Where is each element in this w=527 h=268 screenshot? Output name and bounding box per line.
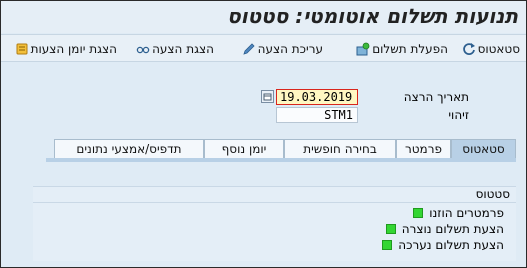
status-button-label: סטאטוס [477, 42, 520, 56]
scroll-icon [15, 42, 29, 56]
execute-payment-icon [356, 42, 370, 56]
status-item: הצעת תשלום נערכה [382, 238, 504, 252]
tab-status-label: סטאטוס [462, 142, 505, 156]
display-proposal-button[interactable]: הצגת הצעה [136, 40, 214, 58]
pencil-icon [242, 42, 256, 56]
status-group-title: סטטוס [475, 187, 510, 201]
tab-free-selection[interactable]: בחירה חופשית [284, 139, 396, 159]
id-label: זיהוי [448, 108, 469, 122]
status-item-label: פרמטרים הוזנו [429, 206, 504, 220]
status-group-divider [33, 202, 516, 203]
tab-additional-log-label: יומן נוסף [221, 142, 267, 156]
title-bar: תנועות תשלום אוטומטי: סטטוס [1, 1, 526, 33]
refresh-icon [462, 42, 476, 56]
tab-parameter-label: פרמטר [405, 142, 442, 156]
glasses-icon [136, 42, 150, 56]
tab-strip [46, 158, 516, 162]
tab-printout-data-medium-label: תדפיס/אמצעי נתונים [76, 142, 182, 156]
application-toolbar: סטאטוס הפעלת תשלום עריכת הצעה הצגת הצעה … [1, 34, 526, 62]
run-date-label: תאריך הרצה [403, 90, 469, 104]
display-proposal-log-button[interactable]: הצגת יומן הצעות [15, 40, 117, 58]
id-input[interactable]: STM1 [276, 107, 358, 123]
display-proposal-label: הצגת הצעה [152, 42, 214, 56]
tab-printout-data-medium[interactable]: תדפיס/אמצעי נתונים [54, 139, 204, 159]
green-status-icon [382, 240, 393, 250]
green-status-icon [385, 224, 396, 234]
status-item: הצעת תשלום נוצרה [385, 222, 504, 236]
execute-payment-button[interactable]: הפעלת תשלום [356, 40, 448, 58]
execute-payment-label: הפעלת תשלום [372, 42, 448, 56]
run-date-input[interactable]: 19.03.2019 [276, 89, 358, 105]
edit-proposal-label: עריכת הצעה [257, 42, 323, 56]
tab-free-selection-label: בחירה חופשית [303, 142, 377, 156]
edit-proposal-button[interactable]: עריכת הצעה [242, 40, 323, 58]
status-item-label: הצעת תשלום נוצרה [401, 222, 504, 236]
calendar-icon[interactable] [261, 90, 274, 103]
status-item-label: הצעת תשלום נערכה [398, 238, 504, 252]
status-button[interactable]: סטאטוס [462, 40, 520, 58]
tab-status[interactable]: סטאטוס [451, 139, 516, 159]
window-title: תנועות תשלום אוטומטי: סטטוס [227, 4, 518, 28]
status-item: פרמטרים הוזנו [413, 206, 504, 220]
green-status-icon [413, 208, 424, 218]
display-proposal-log-label: הצגת יומן הצעות [30, 42, 117, 56]
tab-parameter[interactable]: פרמטר [396, 139, 451, 159]
tab-additional-log[interactable]: יומן נוסף [204, 139, 284, 159]
